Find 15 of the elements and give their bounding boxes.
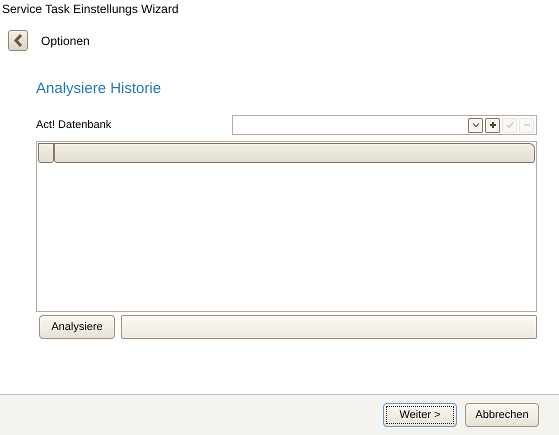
chevron-down-button[interactable] [468, 118, 483, 132]
field-label: Act! Datenbank [36, 118, 112, 133]
back-button[interactable] [8, 30, 28, 51]
analyze-button[interactable]: Analysiere [39, 315, 115, 339]
footer-button[interactable]: Weiter > [383, 403, 457, 427]
plus-button[interactable] [485, 118, 500, 132]
section-heading: Analysiere Historie [36, 79, 162, 99]
window-title: Service Task Einstellungs Wizard [1, 1, 180, 17]
chevron-left-icon [13, 34, 23, 47]
chevron-down-icon [470, 120, 480, 130]
checkmark-icon [504, 120, 514, 130]
page-title: Optionen [41, 32, 90, 50]
plus-icon [488, 120, 498, 130]
footer-button[interactable]: Abbrechen [465, 403, 539, 427]
database-combobox[interactable] [232, 115, 537, 135]
